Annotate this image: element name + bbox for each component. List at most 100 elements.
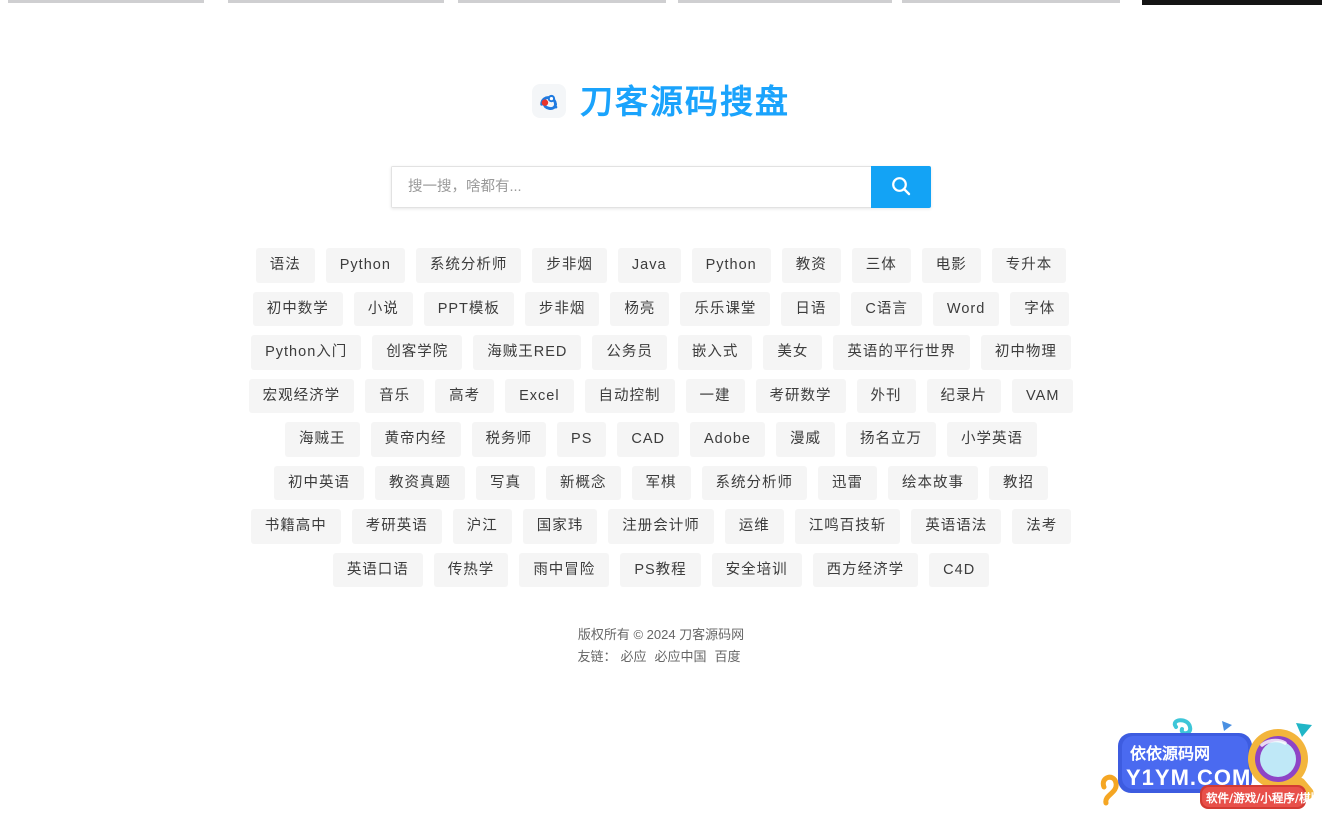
browser-tab-edge[interactable]	[902, 0, 1120, 3]
search-area	[0, 166, 1322, 208]
search-input[interactable]	[391, 166, 871, 208]
keyword-tag[interactable]: 自动控制	[584, 378, 675, 413]
friend-link[interactable]: 百度	[715, 649, 741, 664]
keyword-tag[interactable]: 美女	[763, 335, 823, 370]
hot-keyword-tag-cloud: 语法 Python 系统分析师 步非烟 Java Python 教资 三体 电影 专升本 初中数学小…	[246, 248, 1076, 587]
keyword-tag[interactable]: 专升本	[991, 248, 1067, 283]
keyword-tag[interactable]: 江鸣百技斩	[794, 509, 901, 544]
keyword-tag[interactable]: 创客学院	[372, 335, 463, 370]
keyword-tag[interactable]: 一建	[685, 378, 745, 413]
browser-tab-edge[interactable]	[8, 0, 204, 3]
site-header: 刀客源码搜盘	[0, 84, 1322, 118]
keyword-tag[interactable]: PPT模板	[423, 291, 514, 326]
keyword-tag[interactable]: Python入门	[251, 335, 362, 370]
baidu-cloud-icon	[532, 84, 566, 118]
site-footer: 版权所有 © 2024 刀客源码网 友链： 必应 必应中国 百度	[0, 625, 1322, 667]
browser-tab-edge[interactable]	[678, 0, 892, 3]
keyword-tag[interactable]: 黄帝内经	[370, 422, 461, 457]
search-icon	[889, 174, 913, 201]
keyword-tag[interactable]: Java	[617, 248, 681, 283]
friend-link[interactable]: 必应中国	[655, 649, 707, 664]
keyword-tag[interactable]: 英语的平行世界	[833, 335, 970, 370]
keyword-tag[interactable]: 写真	[476, 465, 535, 500]
keyword-tag[interactable]: 杨亮	[610, 291, 670, 326]
keyword-tag[interactable]: 教资真题	[375, 465, 465, 500]
keyword-tag[interactable]: 军棋	[631, 465, 691, 500]
keyword-tag[interactable]: 电影	[921, 248, 981, 283]
keyword-tag[interactable]: 雨中冒险	[519, 552, 610, 587]
keyword-tag[interactable]: PS教程	[620, 552, 701, 587]
keyword-tag[interactable]: Python	[691, 248, 771, 283]
svg-text:Y1YM.COM: Y1YM.COM	[1126, 765, 1251, 790]
keyword-tag[interactable]: 传热学	[433, 552, 509, 587]
friend-links-label: 友链：	[577, 649, 617, 664]
keyword-tag[interactable]: 教招	[989, 465, 1048, 500]
keyword-tag[interactable]: 沪江	[452, 509, 512, 544]
keyword-tag[interactable]: 音乐	[365, 378, 425, 413]
friend-link[interactable]: 必应	[620, 649, 646, 664]
keyword-tag[interactable]: VAM	[1012, 378, 1074, 413]
keyword-tag[interactable]: 海贼王RED	[473, 335, 582, 370]
keyword-tag[interactable]: 嵌入式	[677, 335, 753, 370]
svg-text:依依源码网: 依依源码网	[1130, 744, 1210, 763]
keyword-tag[interactable]: 英语语法	[911, 509, 1002, 544]
keyword-tag[interactable]: 步非烟	[524, 291, 600, 326]
keyword-tag[interactable]: 考研英语	[351, 509, 442, 544]
keyword-tag[interactable]: Python	[325, 248, 405, 283]
browser-dark-edge	[1142, 0, 1322, 5]
keyword-tag[interactable]: 公务员	[592, 335, 667, 370]
keyword-tag[interactable]: 运维	[724, 509, 784, 544]
friend-links-row: 友链： 必应 必应中国 百度	[0, 647, 1322, 667]
keyword-tag[interactable]: 税务师	[471, 422, 547, 457]
keyword-tag[interactable]: 初中英语	[274, 465, 364, 500]
keyword-tag[interactable]: C4D	[929, 552, 990, 587]
keyword-tag[interactable]: 英语口语	[332, 552, 423, 587]
keyword-tag[interactable]: 书籍高中	[250, 509, 341, 544]
browser-tab-edge[interactable]	[228, 0, 444, 3]
keyword-tag[interactable]: 宏观经济学	[248, 378, 355, 413]
keyword-tag[interactable]: 海贼王	[285, 422, 360, 457]
search-button[interactable]	[871, 166, 931, 208]
keyword-tag[interactable]: 绘本故事	[888, 465, 978, 500]
keyword-tag[interactable]: 法考	[1012, 509, 1072, 544]
browser-tab-strip-sliver	[0, 0, 1322, 12]
search-box	[391, 166, 931, 208]
keyword-tag[interactable]: 三体	[851, 248, 911, 283]
keyword-tag[interactable]: 西方经济学	[812, 552, 919, 587]
keyword-tag[interactable]: 国家玮	[522, 509, 598, 544]
keyword-tag[interactable]: 系统分析师	[415, 248, 522, 283]
keyword-tag[interactable]: 考研数学	[755, 378, 846, 413]
keyword-tag[interactable]: 新概念	[546, 465, 621, 500]
keyword-tag[interactable]: 初中物理	[980, 335, 1071, 370]
keyword-tag[interactable]: 注册会计师	[608, 509, 714, 544]
keyword-tag[interactable]: 小学英语	[946, 422, 1037, 457]
keyword-tag[interactable]: 系统分析师	[701, 465, 807, 500]
keyword-tag[interactable]: 初中数学	[252, 291, 343, 326]
keyword-tag[interactable]: 步非烟	[532, 248, 607, 283]
keyword-tag[interactable]: 日语	[781, 291, 841, 326]
keyword-tag[interactable]: 外刊	[856, 378, 916, 413]
keyword-tag[interactable]: 教资	[781, 248, 841, 283]
keyword-tag[interactable]: C语言	[851, 291, 922, 326]
keyword-tag[interactable]: CAD	[617, 422, 680, 457]
keyword-tag[interactable]: 安全培训	[711, 552, 802, 587]
keyword-tag[interactable]: 纪录片	[926, 378, 1002, 413]
keyword-tag[interactable]: 扬名立万	[845, 422, 936, 457]
keyword-tag[interactable]: Excel	[505, 378, 574, 413]
keyword-tag[interactable]: 小说	[353, 291, 413, 326]
keyword-tag[interactable]: 漫威	[775, 422, 835, 457]
page-body: 刀客源码搜盘 语法Python系统分析师步非烟JavaPython教资三体电影专…	[0, 12, 1322, 812]
keyword-tag[interactable]: 迅雷	[818, 465, 877, 500]
keyword-tag[interactable]: Adobe	[690, 422, 765, 457]
keyword-tag[interactable]: Word	[932, 291, 1000, 326]
keyword-tag[interactable]: 字体	[1010, 291, 1070, 326]
copyright-text: 版权所有 © 2024 刀客源码网	[577, 627, 745, 642]
keyword-tag[interactable]: 语法	[255, 248, 315, 283]
keyword-tag[interactable]: 乐乐课堂	[680, 291, 771, 326]
keyword-tag[interactable]: 高考	[435, 378, 495, 413]
keyword-tag[interactable]: PS	[557, 422, 607, 457]
svg-text:软件/游戏/小程序/棋牌: 软件/游戏/小程序/棋牌	[1206, 791, 1322, 805]
browser-tab-edge[interactable]	[458, 0, 666, 3]
watermark-overlay: 依依源码网 Y1YM.COM 软件/游戏/小程序/棋牌	[1100, 715, 1322, 812]
page-title: 刀客源码搜盘	[580, 82, 790, 120]
